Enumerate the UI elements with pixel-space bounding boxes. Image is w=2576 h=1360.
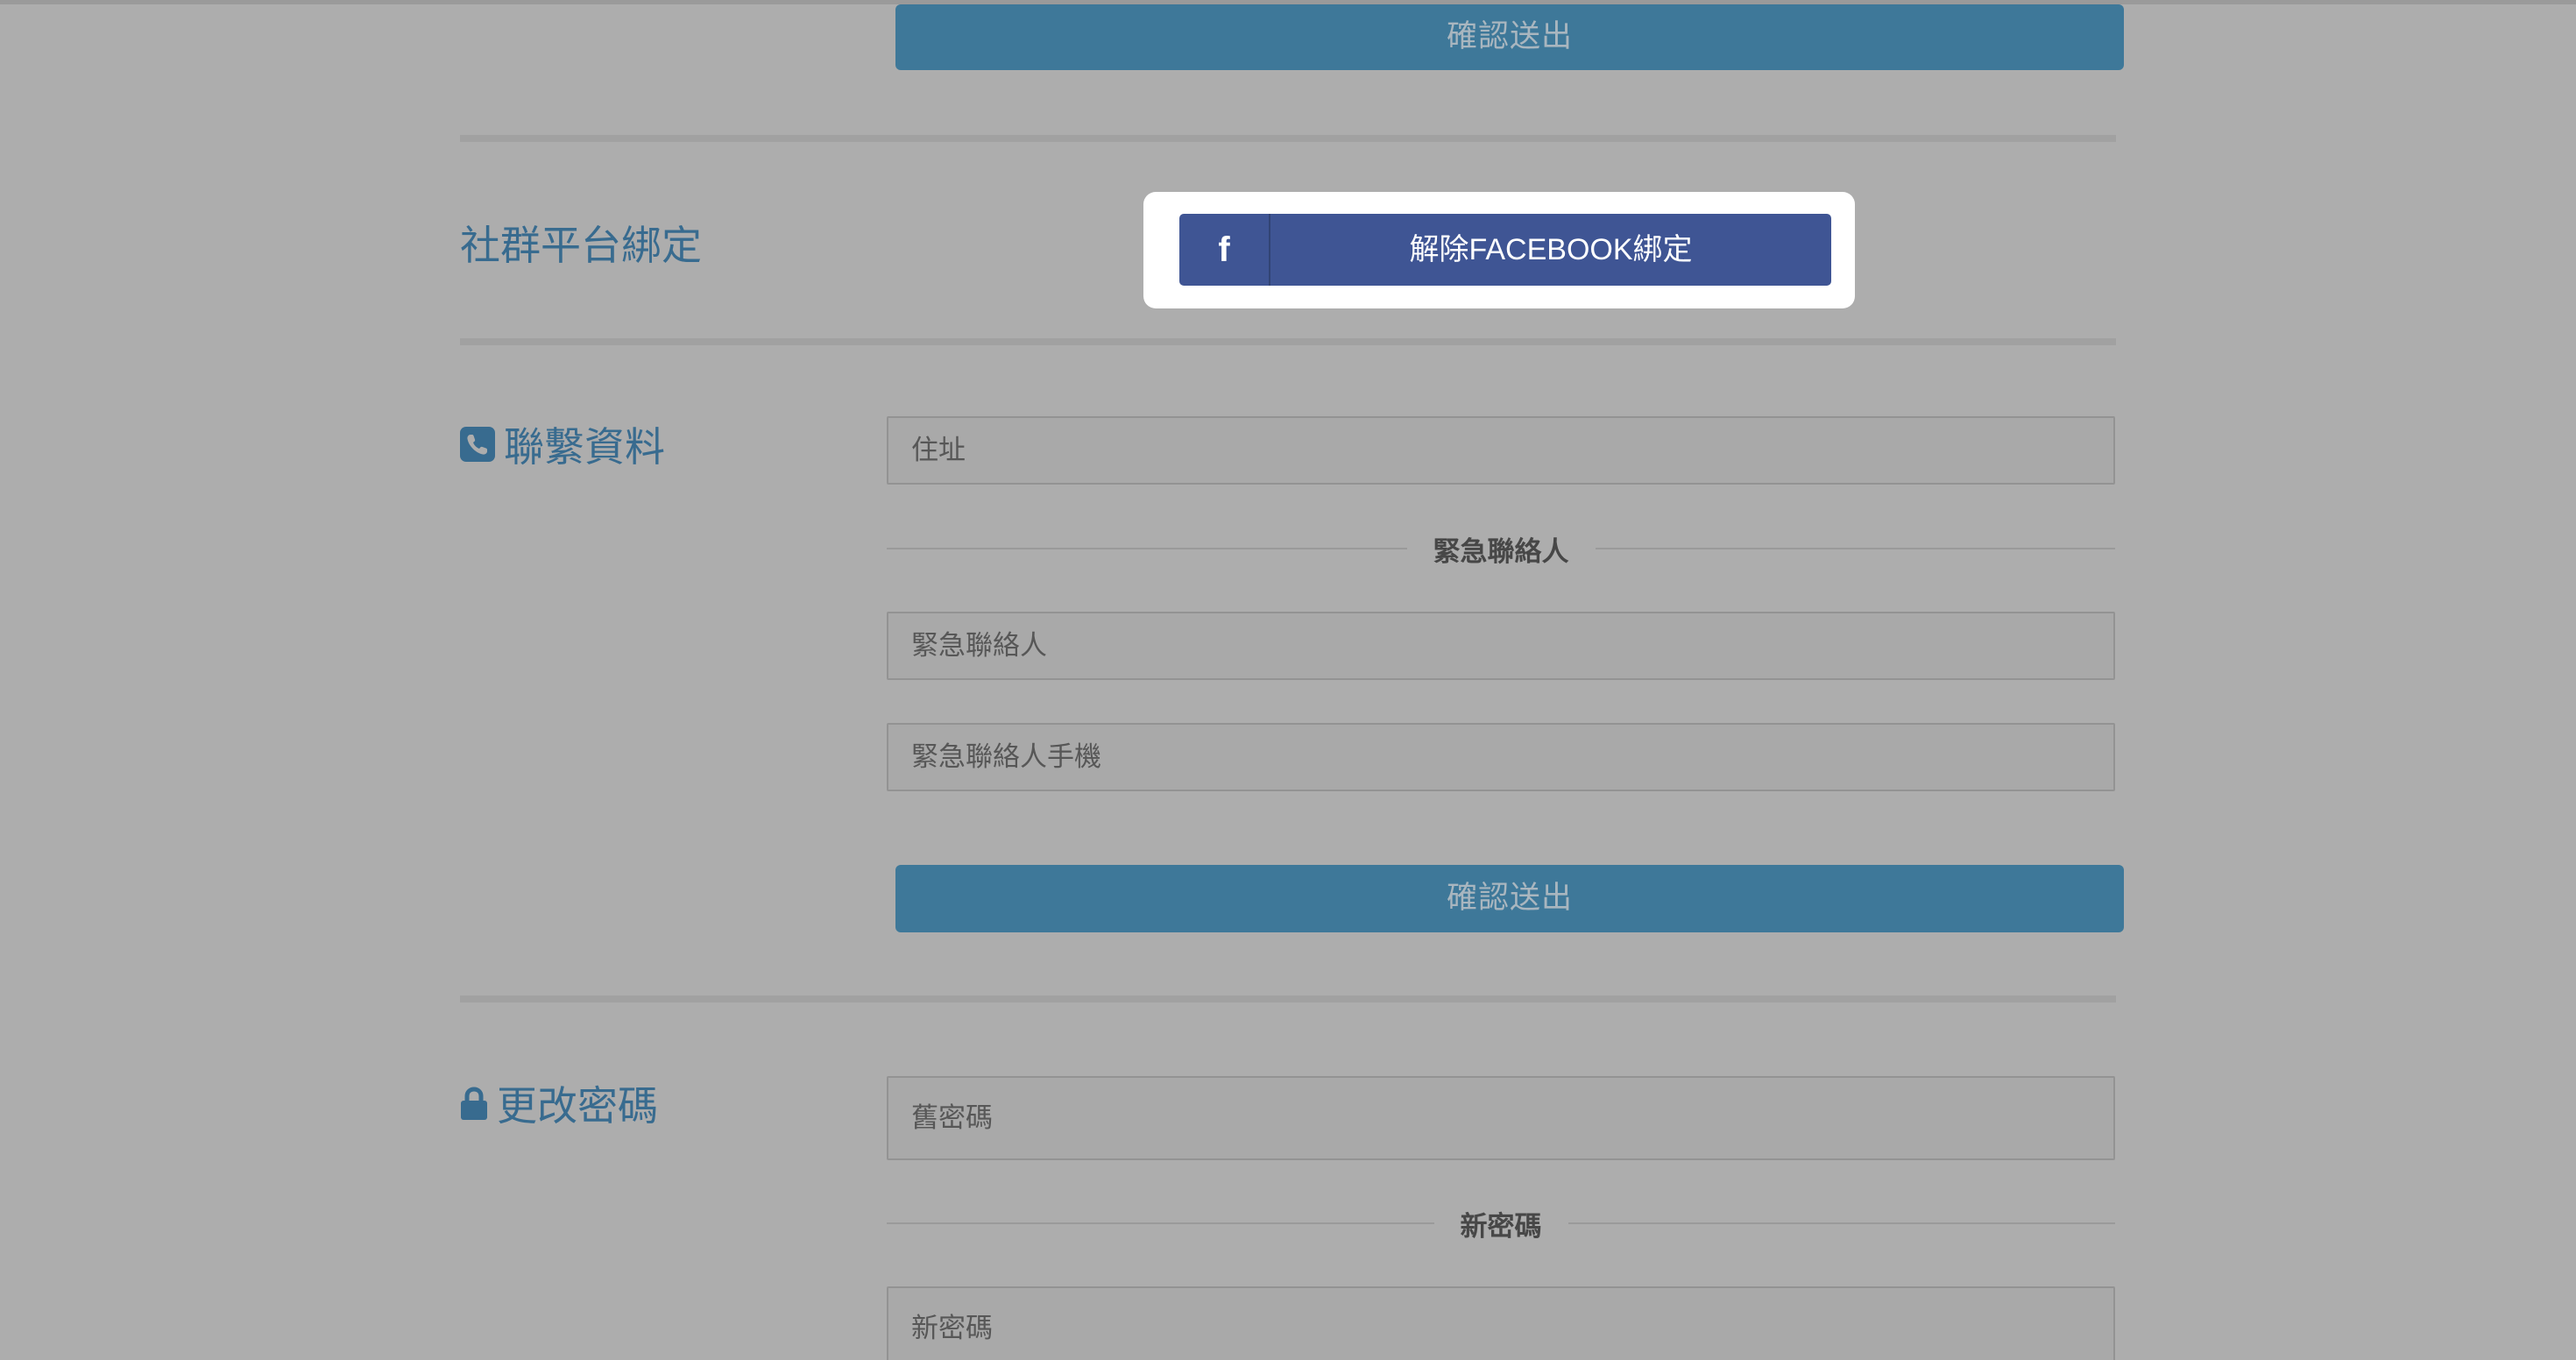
facebook-unbind-button[interactable]: f 解除FACEBOOK綁定 [1179,214,1831,286]
old-password-input[interactable]: 舊密碼 [887,1076,2115,1160]
contact-title-text: 聯繫資料 [504,423,665,471]
lock-icon [460,1086,488,1121]
section-divider [460,338,2116,345]
divider-line [887,548,1407,549]
social-title-text: 社群平台綁定 [460,222,702,269]
divider-line [1568,1222,2115,1224]
emergency-contact-divider: 緊急聯絡人 [887,527,2115,570]
password-section-title: 更改密碼 [460,1074,658,1132]
phone-icon [460,427,495,462]
page: 確認送出 社群平台綁定 f 解除FACEBOOK綁定 聯繫資料 住址 緊急聯絡人… [0,0,2576,1360]
contact-section-title: 聯繫資料 [460,415,665,473]
section-divider [460,995,2116,1002]
emergency-contact-heading: 緊急聯絡人 [1433,535,1569,568]
divider-line [1595,548,2115,549]
facebook-unbind-label: 解除FACEBOOK綁定 [1409,233,1693,266]
section-divider [460,135,2116,142]
new-password-heading: 新密碼 [1460,1210,1542,1243]
emergency-phone-input[interactable]: 緊急聯絡人手機 [887,723,2115,791]
submit-button-contact[interactable]: 確認送出 [895,865,2124,932]
facebook-icon: f [1179,214,1270,286]
address-input[interactable]: 住址 [887,416,2115,485]
password-title-text: 更改密碼 [497,1082,658,1130]
new-password-divider: 新密碼 [887,1201,2115,1245]
social-section-title: 社群平台綁定 [460,214,702,272]
divider-line [887,1222,1434,1224]
submit-button-top[interactable]: 確認送出 [895,4,2124,70]
new-password-input[interactable]: 新密碼 [887,1286,2115,1360]
emergency-name-input[interactable]: 緊急聯絡人 [887,612,2115,680]
